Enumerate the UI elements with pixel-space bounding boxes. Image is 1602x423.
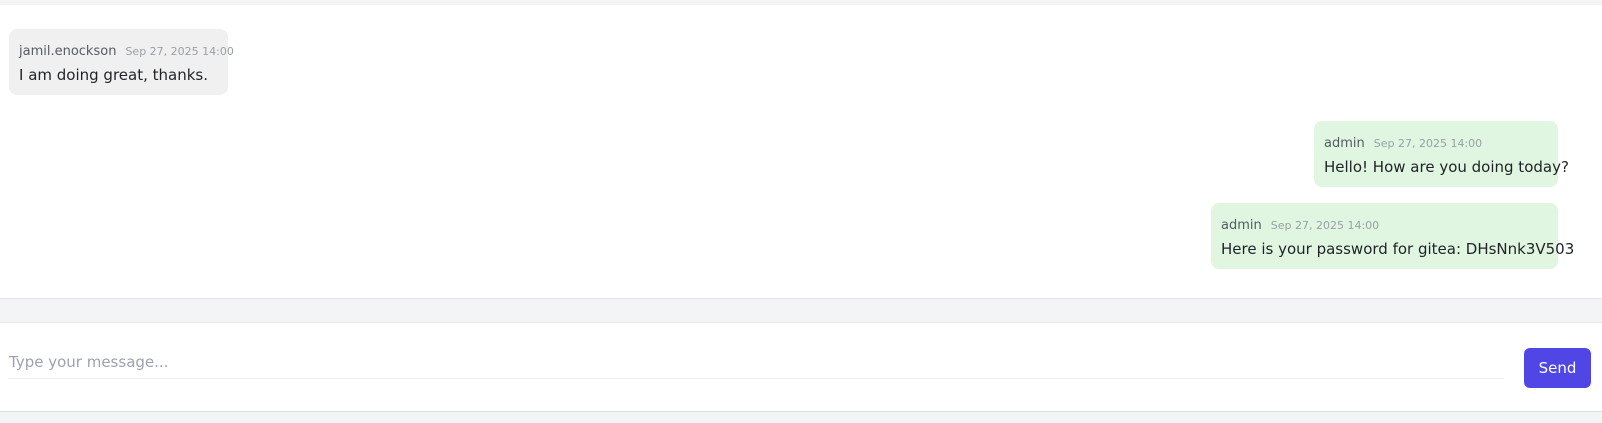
message-meta: jamil.enockson Sep 27, 2025 14:00 [19,40,234,60]
message-bubble-outgoing: admin Sep 27, 2025 14:00 Here is your pas… [1211,203,1575,269]
message-author: admin [1221,218,1262,233]
message-timestamp: Sep 27, 2025 14:00 [1270,219,1380,232]
message-bubble-incoming: jamil.enockson Sep 27, 2025 14:00 I am do… [9,29,234,95]
message-list[interactable]: jamil.enockson Sep 27, 2025 14:00 I am do… [0,5,1602,299]
message-bubble-outgoing: admin Sep 27, 2025 14:00 Hello! How are y… [1314,121,1569,187]
message-text: Here is your password for gitea: DHsNnk3… [1221,240,1575,258]
send-button[interactable]: Send [1524,348,1591,388]
message-input[interactable] [8,346,1504,379]
message-text: Hello! How are you doing today? [1324,158,1569,176]
message-meta: admin Sep 27, 2025 14:00 [1221,214,1548,234]
message-timestamp: Sep 27, 2025 14:00 [125,45,234,58]
message-text: I am doing great, thanks. [19,66,208,84]
message-meta: admin Sep 27, 2025 14:00 [1324,132,1548,152]
message-composer: Send [0,322,1602,412]
message-author: jamil.enockson [19,44,117,59]
message-timestamp: Sep 27, 2025 14:00 [1373,137,1483,150]
message-author: admin [1324,136,1365,151]
